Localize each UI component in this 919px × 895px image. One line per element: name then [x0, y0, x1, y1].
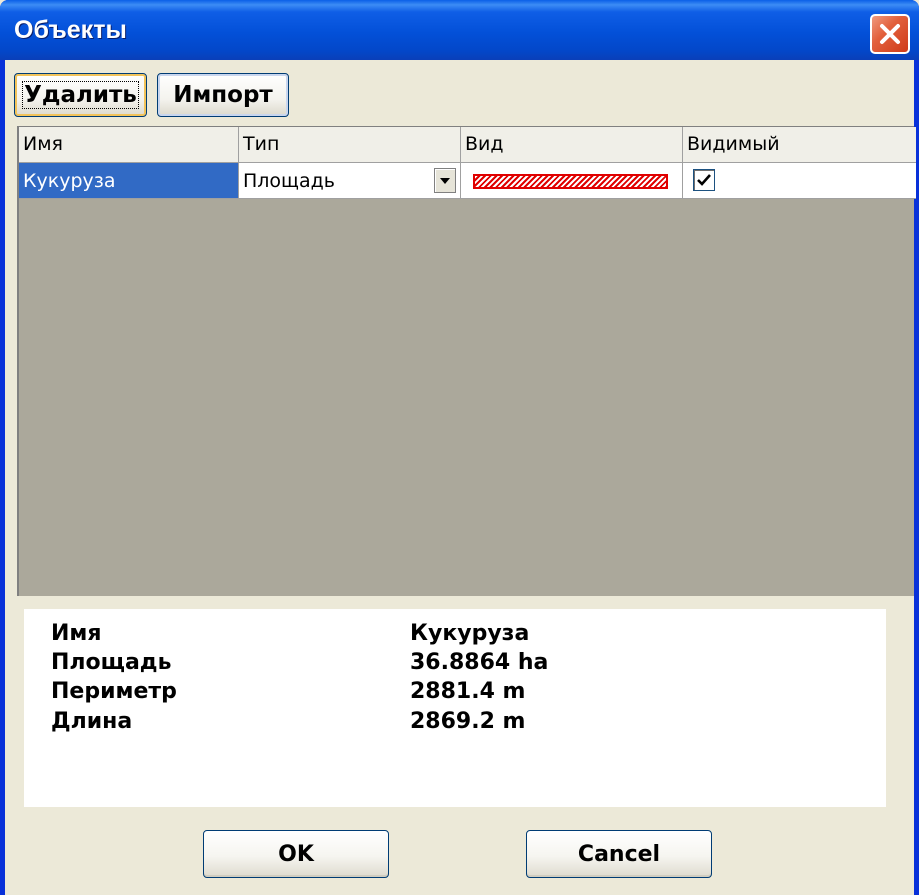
import-button-label: Импорт: [173, 82, 273, 108]
info-label-area: Площадь: [51, 650, 172, 675]
cell-visible[interactable]: [683, 163, 916, 199]
close-icon: [880, 24, 900, 44]
visible-checkbox[interactable]: [693, 169, 715, 191]
cell-name[interactable]: Кукуруза: [19, 163, 239, 199]
object-info-panel: Имя Площадь Периметр Длина Кукуруза 36.8…: [24, 609, 886, 807]
info-value-name: Кукуруза: [410, 621, 530, 646]
info-value-area: 36.8864 ha: [410, 650, 549, 675]
ok-button[interactable]: OK: [203, 830, 389, 878]
info-value-perimeter: 2881.4 m: [410, 679, 526, 704]
delete-button-label: Удалить: [22, 81, 139, 109]
window-title: Объекты: [14, 16, 127, 44]
chevron-down-icon: [440, 177, 450, 184]
column-header-type[interactable]: Тип: [239, 127, 461, 163]
info-label-length: Длина: [51, 709, 133, 734]
import-button[interactable]: Импорт: [157, 73, 289, 117]
grid-header: Имя Тип Вид Видимый: [19, 127, 916, 163]
column-header-name[interactable]: Имя: [19, 127, 239, 163]
close-button[interactable]: [870, 14, 910, 54]
info-label-name: Имя: [51, 621, 102, 646]
cell-style[interactable]: [461, 163, 683, 199]
cell-type-combo[interactable]: Площадь: [239, 163, 461, 199]
column-header-visible[interactable]: Видимый: [683, 127, 916, 163]
checkmark-icon: [697, 174, 711, 186]
objects-grid[interactable]: Имя Тип Вид Видимый Кукуруза Площадь: [17, 126, 916, 596]
dialog-window: Объекты Удалить Импорт Имя Тип Вид Видим…: [0, 0, 919, 895]
title-bar[interactable]: Объекты: [0, 0, 919, 60]
delete-button[interactable]: Удалить: [14, 73, 147, 117]
cell-type-value: Площадь: [243, 170, 335, 192]
cancel-button[interactable]: Cancel: [526, 830, 712, 878]
dialog-client-area: Удалить Импорт Имя Тип Вид Видимый Кукур…: [5, 60, 916, 895]
info-label-perimeter: Периметр: [51, 679, 177, 704]
table-row[interactable]: Кукуруза Площадь: [19, 163, 916, 199]
hatch-swatch-icon: [473, 174, 668, 189]
info-value-length: 2869.2 m: [410, 709, 526, 734]
type-dropdown-button[interactable]: [434, 168, 456, 193]
column-header-style[interactable]: Вид: [461, 127, 683, 163]
